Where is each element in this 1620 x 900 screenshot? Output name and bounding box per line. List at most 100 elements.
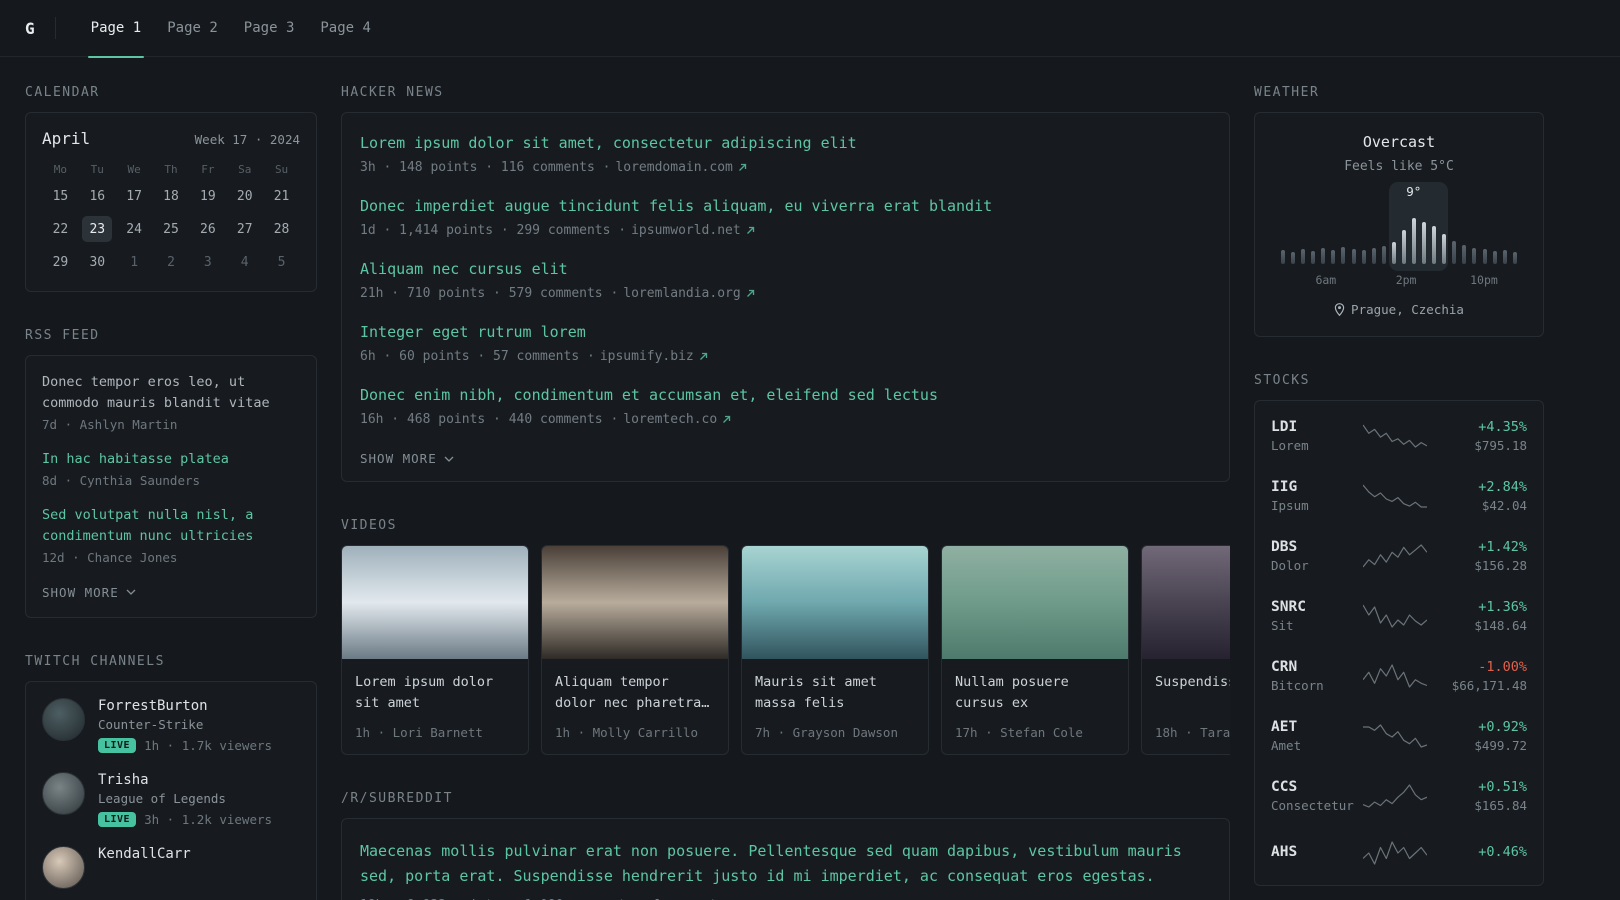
subreddit-post-title[interactable]: Maecenas mollis pulvinar erat non posuer… <box>360 839 1211 889</box>
item-domain[interactable]: ipsumworld.net <box>631 223 741 238</box>
item-domain[interactable]: loremdomain.com <box>615 160 732 175</box>
tab-page-1[interactable]: Page 1 <box>78 0 155 58</box>
video-meta: 1h · Molly Carrillo <box>555 725 698 740</box>
stock-change: +0.51% <box>1478 779 1527 795</box>
calendar-day[interactable]: 22 <box>45 216 75 242</box>
hacker-news-item-title[interactable]: Aliquam nec cursus elit <box>360 260 568 278</box>
twitch-channel-row[interactable]: KendallCarr <box>42 845 300 889</box>
calendar-section-title: CALENDAR <box>25 85 100 100</box>
item-meta-text: 21h · 710 points · 579 comments · <box>360 286 619 301</box>
calendar-day[interactable]: 27 <box>230 216 260 242</box>
calendar-day[interactable]: 4 <box>230 249 260 275</box>
chevron-down-icon <box>126 589 136 596</box>
calendar-day[interactable]: 1 <box>119 249 149 275</box>
show-more-label: SHOW MORE <box>360 451 437 466</box>
stock-row[interactable]: SNRC Sit +1.36% $148.64 <box>1271 586 1527 646</box>
calendar-day-header: Su <box>274 163 289 176</box>
weather-peak-temperature: 9° <box>1406 184 1422 199</box>
hacker-news-item-title[interactable]: Donec enim nibh, condimentum et accumsan… <box>360 386 938 404</box>
external-link-icon <box>746 289 755 298</box>
weather-hour-bar <box>1321 248 1326 264</box>
stock-row[interactable]: IIG Ipsum +2.84% $42.04 <box>1271 466 1527 526</box>
calendar-day[interactable]: 17 <box>119 183 149 209</box>
stocks-section-title: STOCKS <box>1254 373 1310 388</box>
video-card[interactable]: Lorem ipsum dolor sit amet consectetu… 1h… <box>341 545 529 755</box>
twitch-section-title: TWITCH CHANNELS <box>25 653 165 669</box>
stock-price: $42.04 <box>1481 498 1527 513</box>
stock-change: -1.00% <box>1478 659 1527 675</box>
stock-row[interactable]: AHS +0.46% <box>1271 826 1527 880</box>
stock-ticker: LDI <box>1271 419 1298 435</box>
stock-values: +0.51% $165.84 <box>1431 779 1527 813</box>
twitch-channel-row[interactable]: Trisha League of Legends LIVE 3h · 1.2k vie… <box>42 771 300 827</box>
video-title: Suspendisse diam <box>1155 674 1230 690</box>
video-card[interactable]: Suspendisse diam 18h · Tara <box>1141 545 1230 755</box>
calendar-day[interactable]: 29 <box>45 249 75 275</box>
dashboard-grid: CALENDAR April Week 17 · 2024 Mo Tu We Th Fr… <box>0 57 1620 900</box>
stock-row[interactable]: AET Amet +0.92% $499.72 <box>1271 706 1527 766</box>
rss-item-title[interactable]: Donec tempor eros leo, ut commodo mauris… <box>42 372 300 414</box>
stock-id: IIG Ipsum <box>1271 479 1359 513</box>
hacker-news-item-title[interactable]: Integer eget rutrum lorem <box>360 323 586 341</box>
twitch-viewers-text: 1h · 1.7k viewers <box>144 737 273 753</box>
twitch-channel-row[interactable]: ForrestBurton Counter-Strike LIVE 1h · 1.7k… <box>42 697 300 753</box>
video-card[interactable]: Aliquam tempor dolor nec pharetra… 1h · M… <box>541 545 729 755</box>
stock-row[interactable]: DBS Dolor +1.42% $156.28 <box>1271 526 1527 586</box>
twitch-viewers-text: 3h · 1.2k viewers <box>144 811 273 827</box>
item-domain[interactable]: loremtech.co <box>623 412 717 427</box>
tab-page-3[interactable]: Page 3 <box>231 0 308 57</box>
video-card[interactable]: Nullam posuere cursus ex 17h · Stefan Col… <box>941 545 1129 755</box>
stock-change: +0.46% <box>1478 843 1527 860</box>
calendar-day[interactable]: 21 <box>267 183 297 209</box>
rss-item-title[interactable]: Sed volutpat nulla nisl, a condimentum n… <box>42 505 300 547</box>
hacker-news-item: Donec enim nibh, condimentum et accumsan… <box>360 385 1211 427</box>
calendar-day[interactable]: 23 <box>82 216 113 242</box>
stock-sparkline <box>1359 542 1431 570</box>
rss-card: Donec tempor eros leo, ut commodo mauris… <box>25 355 317 618</box>
calendar-day[interactable]: 5 <box>267 249 297 275</box>
weather-hour-bar <box>1351 249 1356 264</box>
weather-hour-bar <box>1412 218 1417 264</box>
item-domain[interactable]: ipsumify.biz <box>600 349 694 364</box>
item-domain[interactable]: loremlandia.org <box>623 286 740 301</box>
stock-row[interactable]: LDI Lorem +4.35% $795.18 <box>1271 406 1527 466</box>
stock-values: +1.42% $156.28 <box>1431 539 1527 573</box>
calendar-day[interactable]: 2 <box>156 249 186 275</box>
weather-hour-bar <box>1472 248 1477 264</box>
calendar-day[interactable]: 20 <box>230 183 260 209</box>
calendar-day[interactable]: 18 <box>156 183 186 209</box>
stock-row[interactable]: CCS Consectetur +0.51% $165.84 <box>1271 766 1527 826</box>
rss-show-more-button[interactable]: SHOW MORE <box>42 585 136 600</box>
calendar-day[interactable]: 30 <box>82 249 112 275</box>
hacker-news-item-title[interactable]: Lorem ipsum dolor sit amet, consectetur … <box>360 134 857 152</box>
calendar-week-year: Week 17 · 2024 <box>194 132 300 147</box>
weather-condition: Overcast <box>1362 133 1436 151</box>
stock-sparkline <box>1359 722 1431 750</box>
rss-item-title[interactable]: In hac habitasse platea <box>42 449 300 470</box>
hacker-news-show-more-button[interactable]: SHOW MORE <box>360 451 454 466</box>
tab-page-2[interactable]: Page 2 <box>154 0 231 57</box>
calendar-day[interactable]: 25 <box>156 216 186 242</box>
calendar-day[interactable]: 3 <box>193 249 223 275</box>
video-thumbnail <box>942 546 1128 659</box>
video-thumbnail <box>742 546 928 659</box>
tab-page-4[interactable]: Page 4 <box>307 0 384 57</box>
calendar-day[interactable]: 15 <box>45 183 75 209</box>
rss-section: RSS FEED Donec tempor eros leo, ut commo… <box>25 328 317 618</box>
weather-hour-bar <box>1311 251 1316 264</box>
weather-hour-bar <box>1391 242 1396 264</box>
weather-hour-bar <box>1341 247 1346 264</box>
hacker-news-item: Aliquam nec cursus elit 21h · 710 points … <box>360 259 1211 301</box>
hacker-news-item-title[interactable]: Donec imperdiet augue tincidunt felis al… <box>360 197 992 215</box>
stock-row[interactable]: CRN Bitcorn -1.00% $66,171.48 <box>1271 646 1527 706</box>
video-meta: 18h · Tara <box>1155 725 1230 740</box>
stock-name: Ipsum <box>1271 498 1309 513</box>
stocks-section: STOCKS LDI Lorem +4.35% $795.18 IIG Ipsum +2.8… <box>1254 373 1544 886</box>
calendar-day[interactable]: 26 <box>193 216 223 242</box>
video-card[interactable]: Mauris sit amet massa felis 7h · Grayson … <box>741 545 929 755</box>
calendar-day[interactable]: 24 <box>119 216 149 242</box>
stock-id: SNRC Sit <box>1271 599 1359 633</box>
calendar-day[interactable]: 28 <box>267 216 297 242</box>
calendar-day[interactable]: 19 <box>193 183 223 209</box>
calendar-day[interactable]: 16 <box>82 183 112 209</box>
